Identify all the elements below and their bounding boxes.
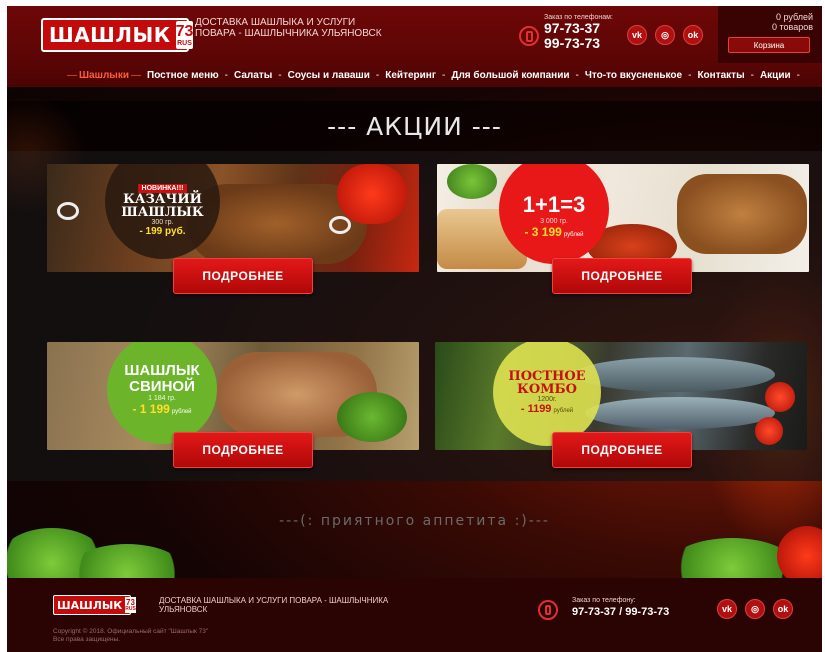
- copyright-text: Copyright © 2018. Официальный сайт "Шашл…: [53, 628, 209, 635]
- phone-icon: [519, 26, 539, 46]
- fish-shape: [585, 397, 775, 429]
- footer-phones: Заказ по телефону: 97-73-37 / 99-73-73: [572, 597, 669, 618]
- badge-price: - 199 руб.: [139, 226, 186, 237]
- badge-title: 1+1=3: [522, 191, 586, 217]
- footer-tagline: ДОСТАВКА ШАШЛЫКА И УСЛУГИ ПОВАРА - ШАШЛЫ…: [159, 596, 389, 614]
- badge-price-row: - 3 199 рублей: [524, 225, 583, 239]
- cart-count: 0 товаров: [771, 22, 813, 32]
- phone-number-2[interactable]: 99-73-73: [544, 36, 613, 51]
- cart-total: 0 рублей: [775, 12, 813, 22]
- vk-icon[interactable]: vk: [627, 25, 647, 45]
- footer-logo-text: ШАШЛЫК: [57, 598, 123, 612]
- footer-logo[interactable]: ШАШЛЫК 73 RUS: [53, 595, 136, 615]
- instagram-icon[interactable]: ◎: [655, 25, 675, 45]
- herb-shape: [337, 392, 407, 442]
- logo-suffix: RUS: [177, 39, 192, 47]
- main-nav: — Шашлыки — Постное меню - Салаты - Соус…: [7, 63, 822, 87]
- promo-4-details-button[interactable]: ПОДРОБНЕЕ: [552, 432, 692, 468]
- odnoklassniki-icon[interactable]: ok: [683, 25, 703, 45]
- footer-phone-numbers[interactable]: 97-73-37 / 99-73-73: [572, 606, 669, 618]
- header-tagline: ДОСТАВКА ШАШЛЫКА И УСЛУГИ ПОВАРА - ШАШЛЫ…: [195, 17, 382, 39]
- nav-item-big-company[interactable]: Для большой компании: [451, 70, 569, 81]
- tomato-shape: [755, 417, 783, 445]
- badge-weight: 1 184 гр.: [148, 394, 176, 402]
- appetite-text: ---(: приятного аппетита :)---: [279, 513, 550, 529]
- footer-instagram-icon[interactable]: ◎: [745, 599, 765, 619]
- onion-ring: [57, 202, 79, 220]
- fish-shape: [575, 357, 775, 392]
- badge-currency: рублей: [171, 408, 192, 415]
- cart-widget: 0 рублей 0 товаров Корзина: [718, 6, 822, 63]
- badge-title: ПОСТНОЕ КОМБО: [508, 368, 586, 397]
- tomato-shape: [765, 382, 795, 412]
- footer-odnoklassniki-icon[interactable]: ok: [773, 599, 793, 619]
- site-header: ШАШЛЫК 73 RUS ДОСТАВКА ШАШЛЫКА И УСЛУГИ …: [7, 6, 822, 63]
- nav-item-catering[interactable]: Кейтеринг: [385, 70, 436, 81]
- promo-image: [47, 164, 419, 272]
- footer-vk-icon[interactable]: vk: [717, 599, 737, 619]
- nav-item-postnoe-menu[interactable]: Постное меню: [147, 70, 219, 81]
- herb-shape: [447, 164, 497, 199]
- badge-weight: 1200г.: [537, 395, 557, 403]
- rights-text: Все права защищены.: [53, 636, 121, 643]
- badge-price-row: - 1199 рублей: [521, 403, 573, 415]
- footer-phone-label: Заказ по телефону:: [572, 597, 636, 604]
- promo-3-details-button[interactable]: ПОДРОБНЕЕ: [173, 432, 313, 468]
- logo-number: 73: [175, 22, 194, 40]
- badge-currency: рублей: [553, 407, 574, 414]
- onion-ring: [329, 216, 351, 234]
- badge-price: - 3 199: [524, 224, 562, 239]
- nav-item-salaty[interactable]: Салаты: [234, 70, 272, 81]
- badge-old: 3 000 гр.: [540, 217, 568, 225]
- logo-badge: 73 RUS: [175, 21, 194, 49]
- badge-title: КАЗАЧИЙ ШАШЛЫК: [121, 192, 204, 220]
- badge-weight: 300 гр.: [151, 219, 174, 226]
- pepper-shape: [337, 164, 407, 224]
- footer-logo-suffix: RUS: [125, 605, 136, 612]
- phone-number-1[interactable]: 97-73-37: [544, 21, 613, 36]
- header-phones: Заказ по телефонам: 97-73-37 99-73-73: [544, 14, 613, 51]
- promo-card-kazachiy[interactable]: НОВИНКА!!! КАЗАЧИЙ ШАШЛЫК 300 гр. - 199 …: [47, 164, 419, 272]
- badge-price-row: - 1 199 рублей: [132, 402, 191, 416]
- meat-shape: [677, 174, 807, 254]
- badge-title: ШАШЛЫК СВИНОЙ: [124, 361, 200, 395]
- footer-logo-badge: 73 RUS: [125, 597, 136, 613]
- promo-badge: ПОСТНОЕ КОМБО 1200г. - 1199 рублей: [493, 342, 601, 446]
- nav-item-akcii[interactable]: Акции: [760, 70, 791, 81]
- nav-item-contacts[interactable]: Контакты: [697, 70, 744, 81]
- footer-phone-icon: [538, 600, 558, 620]
- site-footer: ШАШЛЫК 73 RUS ДОСТАВКА ШАШЛЫКА И УСЛУГИ …: [7, 578, 822, 652]
- logo-text: ШАШЛЫК: [49, 23, 171, 47]
- nav-item-sousy[interactable]: Соусы и лаваши: [288, 70, 370, 81]
- cart-button[interactable]: Корзина: [728, 37, 810, 53]
- nav-item-shashlyki[interactable]: Шашлыки: [79, 70, 129, 81]
- nav-item-tasty[interactable]: Что-то вкусненькое: [585, 70, 682, 81]
- page-title: --- АКЦИИ ---: [327, 111, 502, 141]
- promo-card-1plus1[interactable]: 1+1=3 3 000 гр. - 3 199 рублей: [437, 164, 809, 272]
- promo-2-details-button[interactable]: ПОДРОБНЕЕ: [552, 258, 692, 294]
- badge-currency: рублей: [563, 231, 584, 238]
- page: ШАШЛЫК 73 RUS ДОСТАВКА ШАШЛЫКА И УСЛУГИ …: [7, 6, 822, 652]
- promo-image: [437, 164, 809, 272]
- badge-price: - 1 199: [132, 401, 170, 416]
- site-logo[interactable]: ШАШЛЫК 73 RUS: [41, 18, 194, 52]
- page-title-bar: --- АКЦИИ ---: [7, 101, 822, 151]
- promo-1-details-button[interactable]: ПОДРОБНЕЕ: [173, 258, 313, 294]
- footer-copyright: Copyright © 2018. Официальный сайт "Шашл…: [53, 628, 273, 644]
- badge-price: - 1199: [520, 402, 552, 415]
